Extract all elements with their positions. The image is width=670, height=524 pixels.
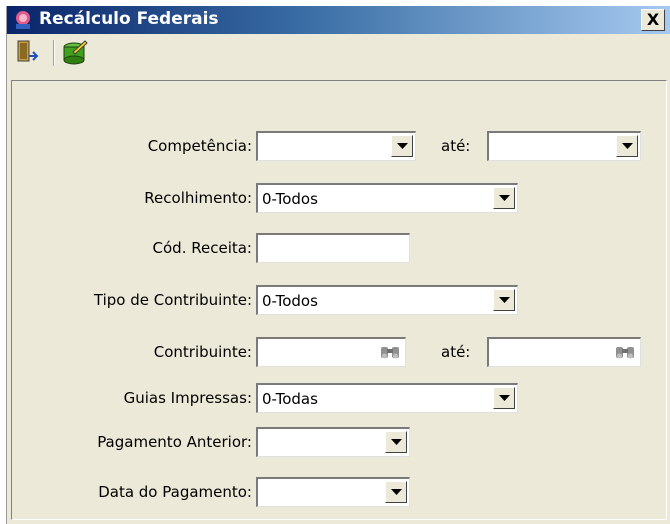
contribuinte-input[interactable] [256,337,406,367]
contribuinte-label: Contribuinte: [153,343,252,361]
window-title: Recálculo Federais [39,9,219,29]
chevron-down-icon[interactable] [616,135,638,157]
pagamento-anterior-label: Pagamento Anterior: [97,433,252,451]
pagamento-anterior-select[interactable] [256,427,410,457]
binoculars-icon[interactable] [379,343,401,361]
recalculate-icon[interactable] [61,38,89,66]
app-icon [16,11,30,29]
binoculars-icon[interactable] [614,343,636,361]
contribuinte-ate-input[interactable] [487,337,641,367]
competencia-select[interactable] [256,131,416,161]
competencia-label: Competência: [147,137,252,155]
exit-door-icon[interactable] [13,38,41,66]
toolbar-separator [53,40,55,66]
guias-impressas-label: Guias Impressas: [123,389,252,407]
chevron-down-icon[interactable] [391,135,413,157]
form-panel: Competência: até: Recolhimento: 0-Todos … [11,80,667,520]
tipo-contribuinte-select[interactable]: 0-Todos [256,285,518,315]
contribuinte-ate-label: até: [441,343,471,361]
competencia-ate-select[interactable] [487,131,641,161]
recolhimento-select[interactable]: 0-Todos [256,183,518,213]
title-bar[interactable]: Recálculo Federais X [7,6,670,34]
chevron-down-icon[interactable] [493,387,515,409]
cod-receita-input[interactable] [256,233,410,263]
data-pagamento-select[interactable] [256,477,410,507]
data-pagamento-label: Data do Pagamento: [98,483,252,501]
chevron-down-icon[interactable] [385,481,407,503]
toolbar [7,34,670,74]
guias-impressas-select[interactable]: 0-Todas [256,383,518,413]
chevron-down-icon[interactable] [493,187,515,209]
chevron-down-icon[interactable] [385,431,407,453]
chevron-down-icon[interactable] [493,289,515,311]
recolhimento-label: Recolhimento: [144,189,252,207]
recalculo-window: Recálculo Federais X Competência: até: R… [6,6,670,524]
competencia-ate-label: até: [441,137,471,155]
tipo-contribuinte-label: Tipo de Contribuinte: [93,291,252,309]
close-button[interactable]: X [641,9,665,31]
cod-receita-label: Cód. Receita: [152,239,252,257]
